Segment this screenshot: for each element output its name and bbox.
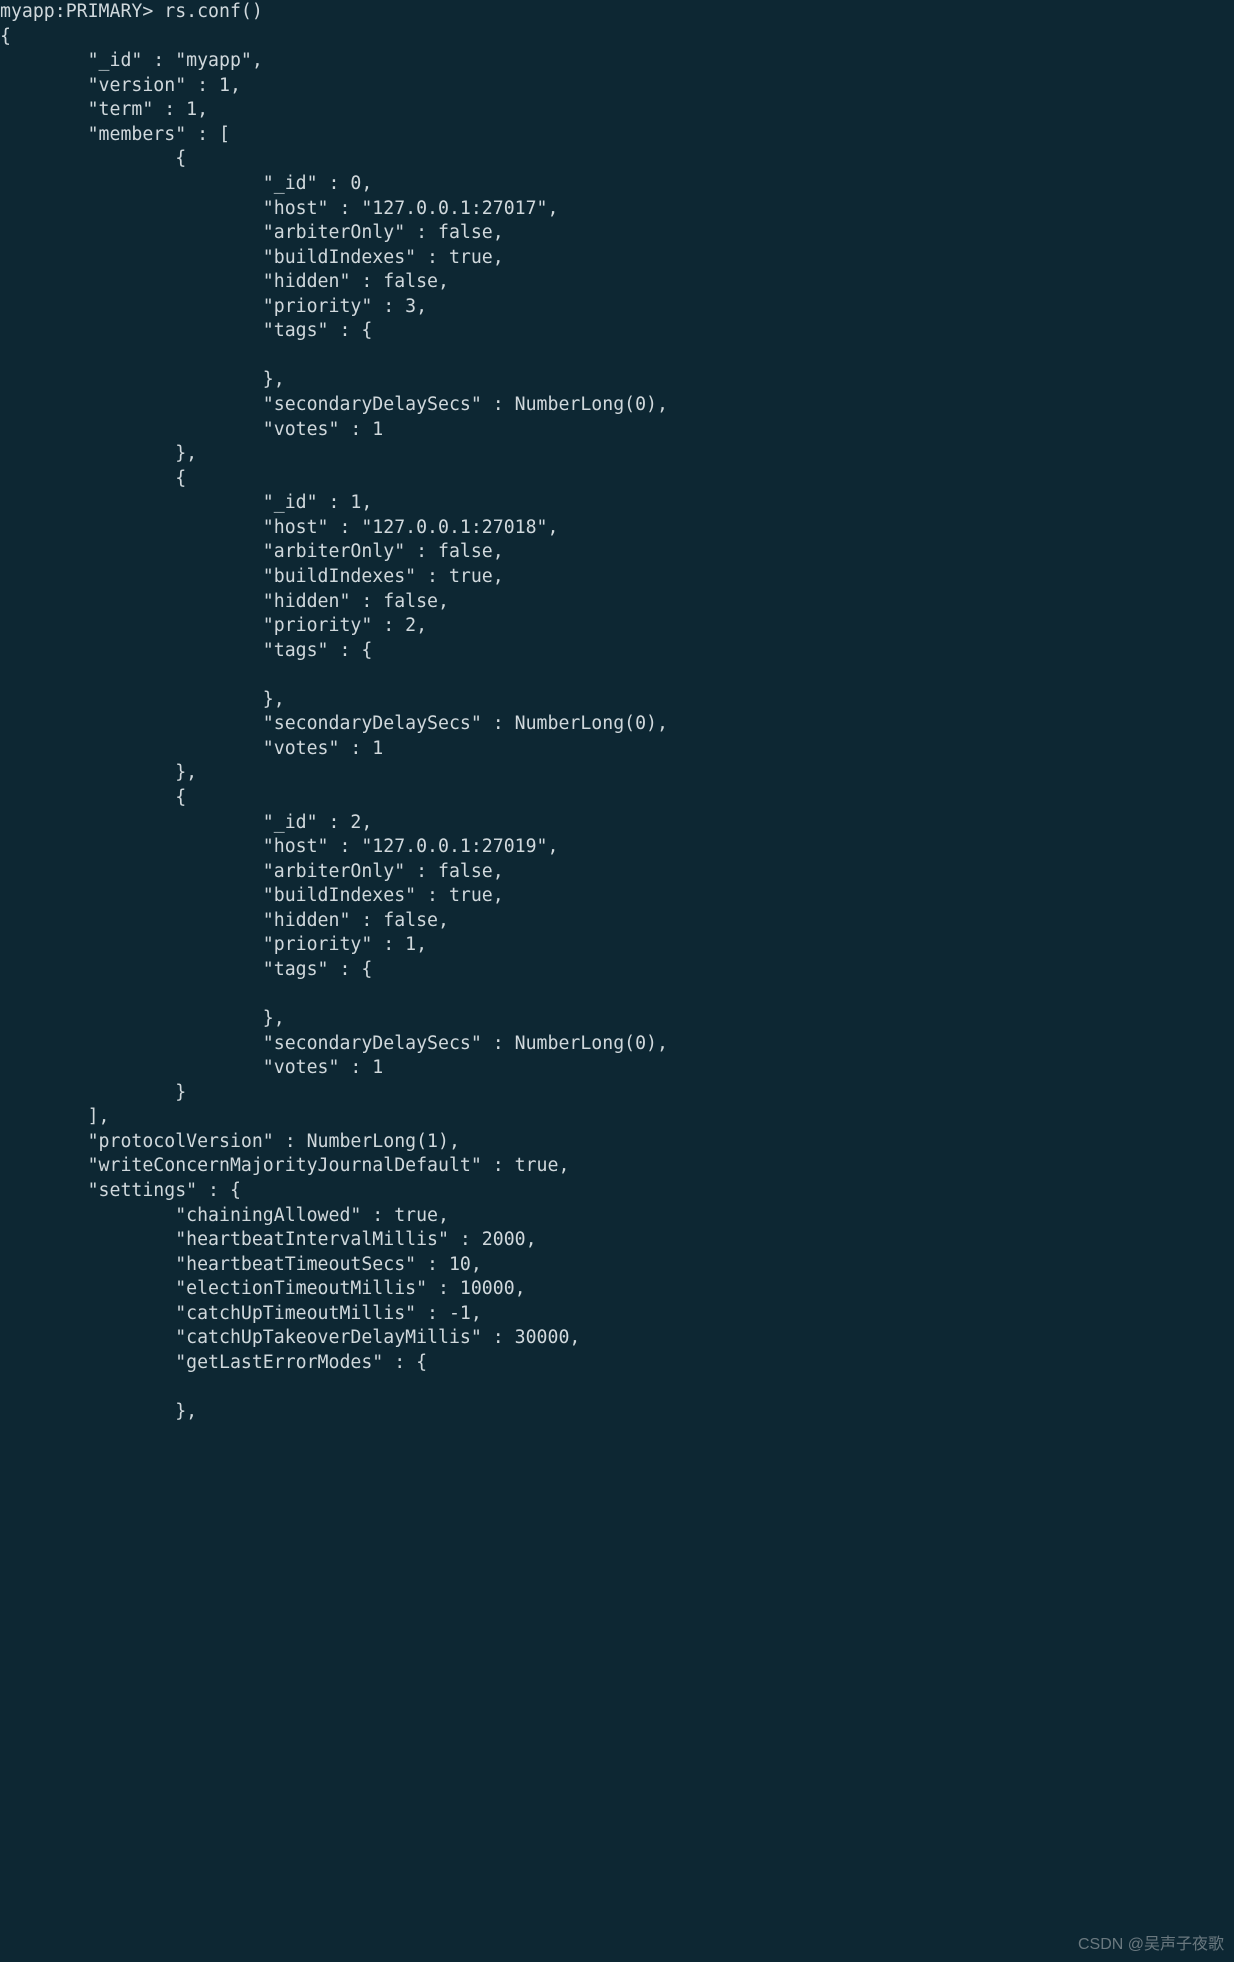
member0-arbiter: false bbox=[438, 222, 493, 243]
val-version: 1 bbox=[219, 75, 230, 96]
set-hbint: 2000 bbox=[482, 1229, 526, 1250]
member1-hidden: false bbox=[383, 591, 438, 612]
member1-arbiter: false bbox=[438, 541, 493, 562]
set-hbto: 10 bbox=[449, 1254, 471, 1275]
set-catchtake: 30000 bbox=[515, 1327, 570, 1348]
member0-hidden: false bbox=[383, 271, 438, 292]
member1-id: 1 bbox=[350, 492, 361, 513]
member2-hidden: false bbox=[383, 910, 438, 931]
member1-votes: 1 bbox=[372, 738, 383, 759]
watermark-text: CSDN @吴声子夜歌 bbox=[1078, 1934, 1224, 1956]
set-elect: 10000 bbox=[460, 1278, 515, 1299]
shell-prompt[interactable]: myapp:PRIMARY> rs.conf() bbox=[0, 1, 263, 22]
member2-arbiter: false bbox=[438, 861, 493, 882]
member2-delay: NumberLong(0) bbox=[515, 1033, 657, 1054]
member0-build: true bbox=[449, 247, 493, 268]
member0-delay: NumberLong(0) bbox=[515, 394, 657, 415]
val-wcm: true bbox=[515, 1155, 559, 1176]
member1-delay: NumberLong(0) bbox=[515, 713, 657, 734]
member1-build: true bbox=[449, 566, 493, 587]
member1-host: "127.0.0.1:27018" bbox=[361, 517, 547, 538]
member2-host: "127.0.0.1:27019" bbox=[361, 836, 547, 857]
val-protocol: NumberLong(1) bbox=[307, 1131, 449, 1152]
member2-id: 2 bbox=[350, 812, 361, 833]
member2-build: true bbox=[449, 885, 493, 906]
val-term: 1 bbox=[186, 99, 197, 120]
member2-votes: 1 bbox=[372, 1057, 383, 1078]
terminal-output[interactable]: myapp:PRIMARY> rs.conf() { "_id" : "myap… bbox=[0, 0, 1234, 1425]
member0-id: 0 bbox=[350, 173, 361, 194]
member0-priority: 3 bbox=[405, 296, 416, 317]
member2-priority: 1 bbox=[405, 934, 416, 955]
member1-priority: 2 bbox=[405, 615, 416, 636]
set-chain: true bbox=[394, 1205, 438, 1226]
member0-host: "127.0.0.1:27017" bbox=[361, 198, 547, 219]
set-catchup: -1 bbox=[449, 1303, 471, 1324]
member0-votes: 1 bbox=[372, 419, 383, 440]
val-id: "myapp" bbox=[175, 50, 252, 71]
